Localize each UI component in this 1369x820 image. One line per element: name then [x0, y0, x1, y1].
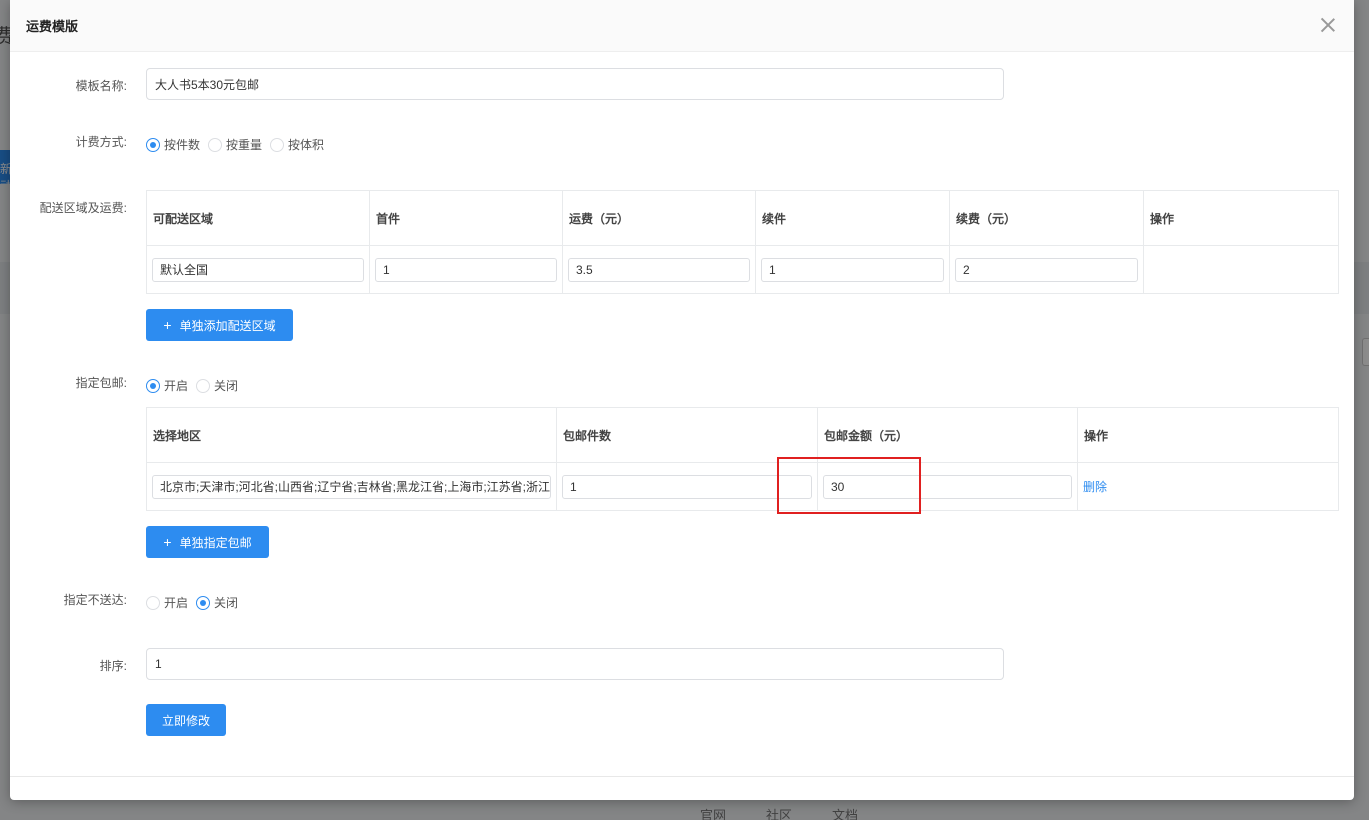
add-delivery-area-button[interactable]: + 单独添加配送区域 — [146, 309, 293, 341]
no-delivery-on-option[interactable]: 开启 — [146, 594, 188, 611]
billing-by-count-option[interactable]: 按件数 — [146, 136, 200, 153]
extra-fee-input[interactable]: 2 — [955, 257, 1138, 282]
radio-unchecked-icon — [270, 137, 285, 152]
radio-checked-icon — [146, 137, 160, 152]
radio-unchecked-icon — [196, 378, 211, 393]
shipping-fee-input[interactable]: 3.5 — [568, 257, 750, 282]
column-header: 运费（元） — [562, 190, 756, 246]
column-header: 首件 — [369, 190, 563, 246]
billing-by-weight-option[interactable]: 按重量 — [208, 136, 262, 153]
template-name-label: 模板名称: — [75, 79, 127, 93]
delete-link[interactable]: 删除 — [1083, 480, 1107, 494]
radio-checked-icon — [196, 595, 211, 610]
delivery-area-label: 配送区域及运费: — [39, 201, 127, 215]
no-delivery-off-option[interactable]: 关闭 — [196, 594, 238, 611]
column-header: 续费（元） — [949, 190, 1144, 246]
column-header: 续件 — [755, 190, 950, 246]
free-shipping-radio-group: 开启 关闭 — [146, 377, 246, 394]
table-header-row: 可配送区域 首件 运费（元） 续件 续费（元） 操作 — [146, 190, 1339, 246]
radio-checked-icon — [146, 378, 160, 393]
first-item-input[interactable]: 1 — [375, 257, 557, 282]
add-free-shipping-button[interactable]: + 单独指定包邮 — [146, 526, 269, 558]
modal-footer-divider — [10, 776, 1354, 777]
billing-method-radio-group: 按件数 按重量 按体积 — [146, 136, 332, 153]
billing-by-volume-option[interactable]: 按体积 — [270, 136, 324, 153]
radio-unchecked-icon — [208, 137, 223, 152]
plus-icon: + — [163, 534, 172, 550]
extra-item-input[interactable]: 1 — [761, 257, 944, 282]
modal-header: 运费模版 — [10, 0, 1354, 52]
close-icon[interactable] — [1320, 17, 1336, 33]
table-header-row: 选择地区 包邮件数 包邮金额（元） 操作 — [146, 407, 1339, 463]
no-delivery-label: 指定不送达: — [63, 593, 127, 607]
free-shipping-region-input[interactable]: 北京市;天津市;河北省;山西省;辽宁省;吉林省;黑龙江省;上海市;江苏省;浙江省 — [152, 474, 551, 499]
column-header: 包邮件数 — [556, 407, 818, 463]
sort-input[interactable]: 1 — [146, 648, 1004, 680]
no-delivery-radio-group: 开启 关闭 — [146, 594, 246, 611]
shipping-template-modal: 运费模版 模板名称: 大人书5本30元包邮 计费方式: 按件数 按重量 按体积 … — [10, 0, 1354, 800]
submit-button[interactable]: 立即修改 — [146, 704, 226, 736]
free-shipping-on-option[interactable]: 开启 — [146, 377, 188, 394]
table-row: 默认全国 1 3.5 1 2 — [146, 245, 1339, 294]
delivery-fee-table: 可配送区域 首件 运费（元） 续件 续费（元） 操作 默认全国 1 3.5 1 … — [146, 190, 1339, 294]
modal-title: 运费模版 — [26, 19, 79, 34]
free-shipping-off-option[interactable]: 关闭 — [196, 377, 238, 394]
free-shipping-table: 选择地区 包邮件数 包邮金额（元） 操作 北京市;天津市;河北省;山西省;辽宁省… — [146, 407, 1339, 511]
radio-unchecked-icon — [146, 595, 160, 610]
template-name-input[interactable]: 大人书5本30元包邮 — [146, 68, 1004, 100]
region-input[interactable]: 默认全国 — [152, 257, 364, 282]
billing-method-label: 计费方式: — [75, 135, 127, 149]
highlight-annotation-box — [777, 457, 921, 514]
column-header: 操作 — [1143, 190, 1339, 246]
plus-icon: + — [163, 317, 172, 333]
free-shipping-label: 指定包邮: — [75, 376, 127, 390]
action-cell — [1143, 245, 1339, 294]
column-header: 包邮金额（元） — [817, 407, 1078, 463]
column-header: 选择地区 — [146, 407, 557, 463]
free-shipping-count-input[interactable]: 1 — [562, 474, 812, 499]
column-header: 操作 — [1077, 407, 1339, 463]
sort-label: 排序: — [99, 659, 127, 673]
table-row: 北京市;天津市;河北省;山西省;辽宁省;吉林省;黑龙江省;上海市;江苏省;浙江省… — [146, 462, 1339, 511]
column-header: 可配送区域 — [146, 190, 370, 246]
